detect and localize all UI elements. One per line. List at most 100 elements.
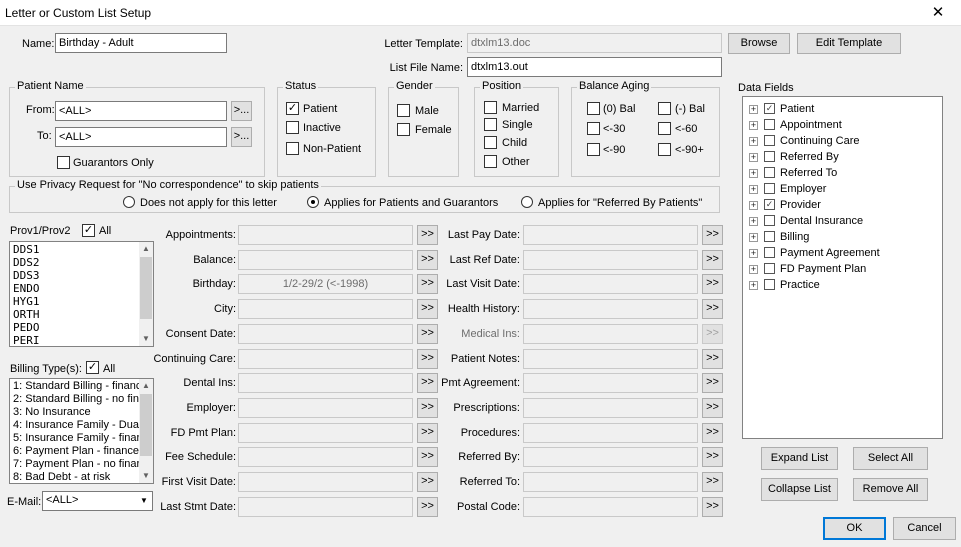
referred-by-select-button[interactable]: >>	[702, 447, 723, 467]
privacy-option-none-radio[interactable]	[123, 196, 135, 208]
last-visit-date-select-button[interactable]: >>	[702, 274, 723, 294]
billing-all-checkbox[interactable]: ✓	[86, 361, 99, 374]
to-browse-button[interactable]: >...	[231, 127, 252, 147]
balance-90-label: <-90	[603, 144, 626, 156]
gender-female-checkbox[interactable]	[397, 123, 410, 136]
expand-plus-icon[interactable]: +	[749, 137, 758, 146]
data-field-checkbox[interactable]	[764, 279, 775, 290]
status-title: Status	[283, 80, 319, 92]
last-ref-date-select-button[interactable]: >>	[702, 250, 723, 270]
data-field-checkbox[interactable]	[764, 183, 775, 194]
browse-button[interactable]: Browse	[728, 33, 790, 54]
data-fields-tree[interactable]: + ✓ Patient + Appointment + Continuing Care + Re…	[742, 96, 943, 439]
referred-to-select-button[interactable]: >>	[702, 472, 723, 492]
balance-60-checkbox[interactable]	[658, 122, 671, 135]
window-title: Letter or Custom List Setup	[5, 6, 152, 20]
data-field-checkbox[interactable]	[764, 231, 775, 242]
expand-plus-icon[interactable]: +	[749, 105, 758, 114]
position-child-checkbox[interactable]	[484, 136, 497, 149]
expand-plus-icon[interactable]: +	[749, 217, 758, 226]
patient-notes-label: Patient Notes:	[450, 353, 520, 365]
last-stmt-date-field	[238, 497, 413, 517]
balance-zero-checkbox[interactable]	[587, 102, 600, 115]
remove-all-button[interactable]: Remove All	[853, 478, 928, 501]
position-married-checkbox[interactable]	[484, 101, 497, 114]
cancel-button[interactable]: Cancel	[893, 517, 956, 540]
ok-button[interactable]: OK	[823, 517, 886, 540]
expand-plus-icon[interactable]: +	[749, 169, 758, 178]
guarantors-only-label: Guarantors Only	[73, 157, 154, 169]
postal-code-select-button[interactable]: >>	[702, 497, 723, 517]
fd-pmt-plan-label: FD Pmt Plan:	[170, 427, 236, 439]
email-value: <ALL>	[46, 494, 79, 506]
from-browse-button[interactable]: >...	[231, 101, 252, 121]
postal-code-field	[523, 497, 698, 517]
data-field-checkbox[interactable]	[764, 135, 775, 146]
last-visit-date-field	[523, 274, 698, 294]
position-single-checkbox[interactable]	[484, 118, 497, 131]
expand-plus-icon[interactable]: +	[749, 185, 758, 194]
balance-30-checkbox[interactable]	[587, 122, 600, 135]
balance-90-checkbox[interactable]	[587, 143, 600, 156]
expand-plus-icon[interactable]: +	[749, 233, 758, 242]
procedures-select-button[interactable]: >>	[702, 423, 723, 443]
pmt-agreement-label: Pmt Agreement:	[441, 377, 520, 389]
expand-plus-icon[interactable]: +	[749, 249, 758, 258]
consent-date-field	[238, 324, 413, 344]
privacy-option-referred-radio[interactable]	[521, 196, 533, 208]
patient-notes-field	[523, 349, 698, 369]
expand-plus-icon[interactable]: +	[749, 121, 758, 130]
appointments-label: Appointments:	[165, 229, 236, 241]
gender-title: Gender	[394, 80, 435, 92]
fd-pmt-plan-field	[238, 423, 413, 443]
data-field-checkbox[interactable]: ✓	[764, 103, 775, 114]
status-inactive-checkbox[interactable]	[286, 121, 299, 134]
prov-all-label: All	[99, 225, 112, 237]
data-field-checkbox[interactable]	[764, 215, 775, 226]
collapse-list-button[interactable]: Collapse List	[761, 478, 838, 501]
data-field-checkbox[interactable]	[764, 247, 775, 258]
expand-plus-icon[interactable]: +	[749, 201, 758, 210]
billing-all-label: All	[103, 363, 116, 375]
to-label: To:	[37, 130, 52, 142]
data-field-checkbox[interactable]	[764, 263, 775, 274]
referred-to-label: Referred To:	[459, 476, 520, 488]
position-other-checkbox[interactable]	[484, 155, 497, 168]
pmt-agreement-select-button[interactable]: >>	[702, 373, 723, 393]
letter-template-field: dtxlm13.doc	[467, 33, 722, 53]
name-field[interactable]: Birthday - Adult	[55, 33, 227, 53]
gender-male-checkbox[interactable]	[397, 104, 410, 117]
edit-template-button[interactable]: Edit Template	[797, 33, 901, 54]
continuing-care-field	[238, 349, 413, 369]
privacy-option-patients-radio[interactable]	[307, 196, 319, 208]
status-nonpatient-checkbox[interactable]	[286, 142, 299, 155]
data-field-checkbox[interactable]: ✓	[764, 199, 775, 210]
expand-plus-icon[interactable]: +	[749, 265, 758, 274]
health-history-select-button[interactable]: >>	[702, 299, 723, 319]
list-file-field[interactable]: dtxlm13.out	[467, 57, 722, 77]
data-field-label: FD Payment Plan	[780, 263, 867, 275]
prescriptions-select-button[interactable]: >>	[702, 398, 723, 418]
close-icon[interactable]: ✕	[915, 0, 961, 26]
data-field-label: Employer	[780, 183, 827, 195]
postal-code-label: Postal Code:	[457, 501, 520, 513]
referred-to-field	[523, 472, 698, 492]
position-married-label: Married	[502, 102, 540, 114]
expand-list-button[interactable]: Expand List	[761, 447, 838, 470]
from-field[interactable]: <ALL>	[55, 101, 227, 121]
balance-90plus-checkbox[interactable]	[658, 143, 671, 156]
select-all-button[interactable]: Select All	[853, 447, 928, 470]
last-pay-date-select-button[interactable]: >>	[702, 225, 723, 245]
guarantors-only-checkbox[interactable]	[57, 156, 70, 169]
to-field[interactable]: <ALL>	[55, 127, 227, 147]
patient-notes-select-button[interactable]: >>	[702, 349, 723, 369]
expand-plus-icon[interactable]: +	[749, 281, 758, 290]
data-field-checkbox[interactable]	[764, 119, 775, 130]
data-field-checkbox[interactable]	[764, 167, 775, 178]
balance-negative-checkbox[interactable]	[658, 102, 671, 115]
status-patient-checkbox[interactable]: ✓	[286, 102, 299, 115]
prov-all-checkbox[interactable]: ✓	[82, 224, 95, 237]
data-field-checkbox[interactable]	[764, 151, 775, 162]
medical-ins-select-button[interactable]: >>	[702, 324, 723, 344]
expand-plus-icon[interactable]: +	[749, 153, 758, 162]
